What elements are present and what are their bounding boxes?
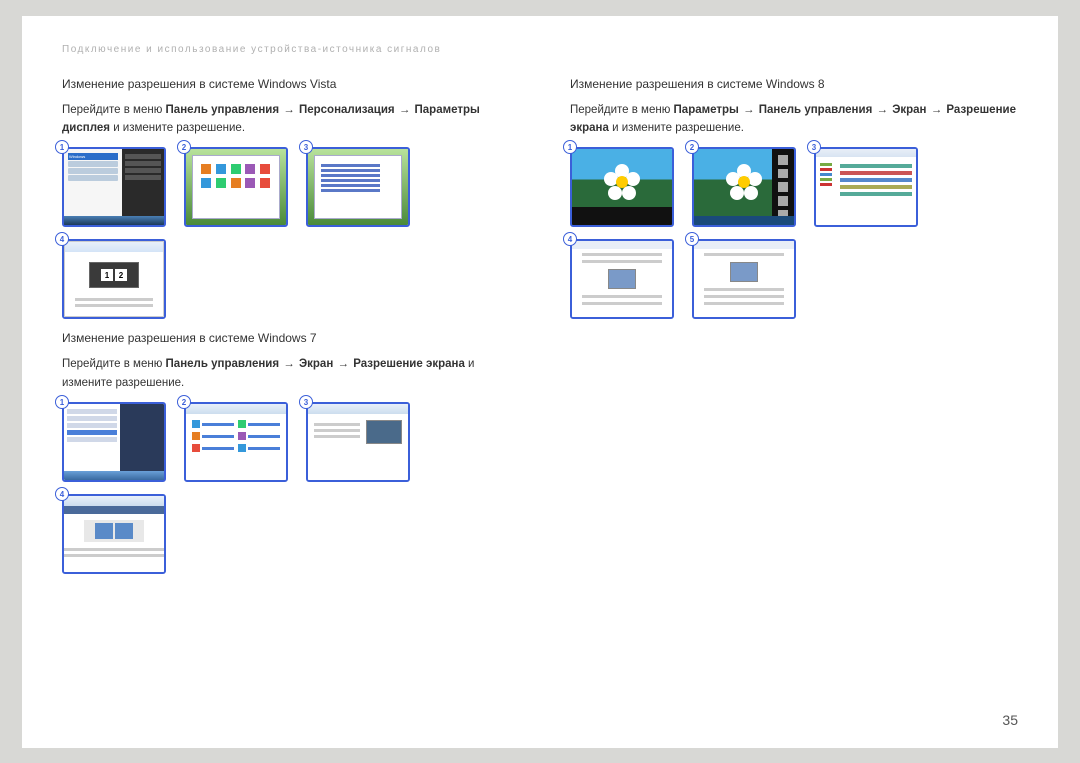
callout-badge: 1	[55, 395, 69, 409]
page-number: 35	[1002, 712, 1018, 728]
screenshot-thumbnail: 4 12	[62, 239, 166, 319]
section-desc-vista: Перейдите в меню Панель управления → Пер…	[62, 101, 510, 138]
path-step: Параметры	[674, 104, 739, 116]
callout-badge: 2	[177, 395, 191, 409]
screenshot-thumbnail: 4	[570, 239, 674, 319]
thumbnail-row: 1 2 3	[570, 147, 1018, 227]
document-page: Подключение и использование устройства-и…	[22, 16, 1058, 748]
arrow-icon: →	[930, 101, 944, 119]
screenshot-thumbnail: 4	[62, 494, 166, 574]
screenshot-thumbnail: 3	[306, 402, 410, 482]
screenshot-thumbnail: 2	[184, 147, 288, 227]
desc-prefix: Перейдите в меню	[570, 104, 674, 116]
two-column-layout: Изменение разрешения в системе Windows V…	[62, 77, 1018, 587]
screenshot-thumbnail: 3	[814, 147, 918, 227]
section-desc-win7: Перейдите в меню Панель управления → Экр…	[62, 355, 510, 392]
path-step: Панель управления	[166, 104, 280, 116]
screenshot-thumbnail: 2	[184, 402, 288, 482]
arrow-icon: →	[282, 101, 296, 119]
thumbnail-row: 4	[62, 494, 510, 574]
path-step: Экран	[892, 104, 926, 116]
screenshot-thumbnail: 1 Windows	[62, 147, 166, 227]
section-title-vista: Изменение разрешения в системе Windows V…	[62, 77, 510, 91]
path-step: Панель управления	[166, 358, 280, 370]
path-step: Панель управления	[759, 104, 873, 116]
arrow-icon: →	[398, 101, 412, 119]
desc-suffix: и измените разрешение.	[612, 122, 744, 134]
desc-suffix: и измените разрешение.	[113, 122, 245, 134]
right-column: Изменение разрешения в системе Windows 8…	[570, 77, 1018, 587]
arrow-icon: →	[336, 355, 350, 373]
screenshot-thumbnail: 1	[570, 147, 674, 227]
section-desc-win8: Перейдите в меню Параметры → Панель упра…	[570, 101, 1018, 138]
thumbnail-row: 1 2 3	[62, 402, 510, 482]
screenshot-thumbnail: 2	[692, 147, 796, 227]
thumbnail-row: 4 12	[62, 239, 510, 319]
arrow-icon: →	[742, 101, 756, 119]
callout-badge: 4	[55, 487, 69, 501]
thumbnail-row: 1 Windows 2 3	[62, 147, 510, 227]
callout-badge: 3	[299, 395, 313, 409]
left-column: Изменение разрешения в системе Windows V…	[62, 77, 510, 587]
arrow-icon: →	[875, 101, 889, 119]
screenshot-thumbnail: 3	[306, 147, 410, 227]
desc-prefix: Перейдите в меню	[62, 358, 166, 370]
desc-prefix: Перейдите в меню	[62, 104, 166, 116]
section-title-win7: Изменение разрешения в системе Windows 7	[62, 331, 510, 345]
section-title-win8: Изменение разрешения в системе Windows 8	[570, 77, 1018, 91]
thumbnail-row: 4 5	[570, 239, 1018, 319]
path-step: Персонализация	[299, 104, 395, 116]
breadcrumb: Подключение и использование устройства-и…	[62, 44, 1018, 55]
arrow-icon: →	[282, 355, 296, 373]
path-step: Разрешение экрана	[353, 358, 465, 370]
screenshot-thumbnail: 5	[692, 239, 796, 319]
screenshot-thumbnail: 1	[62, 402, 166, 482]
path-step: Экран	[299, 358, 333, 370]
